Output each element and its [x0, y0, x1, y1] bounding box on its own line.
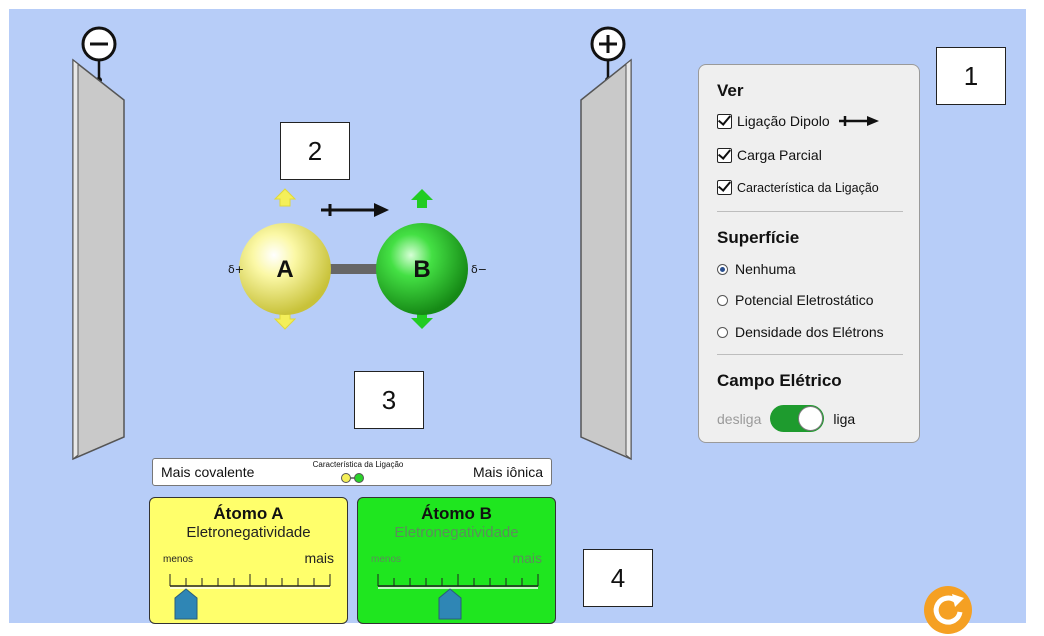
- reset-button[interactable]: [922, 584, 974, 636]
- radio-selected-icon: [717, 263, 728, 275]
- more-ionic-label: Mais iônica: [472, 464, 543, 480]
- callout-1: 1: [936, 47, 1006, 105]
- electronegativity-meter-b: Átomo B Eletronegatividade menos mais: [357, 497, 556, 624]
- meter-high-label: mais: [304, 550, 334, 566]
- radio-label: Densidade dos Elétrons: [735, 324, 884, 340]
- bond-character-label: Característica da Ligação: [312, 460, 404, 469]
- partial-charge-a: δ+: [228, 263, 244, 276]
- toggle-on-label: liga: [833, 410, 856, 427]
- meter-high-label: mais: [512, 550, 542, 566]
- checkbox-checked-icon: [717, 147, 732, 163]
- slider-thumb[interactable]: [438, 588, 462, 620]
- meter-title: Átomo A: [213, 504, 284, 523]
- surface-title: Superfície: [717, 228, 800, 247]
- dipole-arrow-icon: [321, 203, 389, 217]
- divider: [717, 211, 903, 212]
- toggle-off-label: desliga: [717, 410, 762, 427]
- electronegativity-slider-b[interactable]: [373, 568, 543, 623]
- bond-character-indicator-icon[interactable]: [339, 472, 367, 484]
- bond-character-bar: Mais covalente Característica da Ligação…: [152, 458, 552, 486]
- control-panel: Ver Ligação Dipolo Carga Parcial Caracte…: [698, 64, 920, 443]
- negative-plate[interactable]: [64, 22, 144, 472]
- radio-label: Nenhuma: [735, 261, 796, 277]
- view-title: Ver: [717, 81, 744, 100]
- toggle-knob: [798, 406, 824, 431]
- positive-plate[interactable]: [575, 22, 655, 472]
- checkbox-label: Característica da Ligação: [737, 180, 879, 195]
- radio-label: Potencial Eletrostático: [735, 292, 874, 308]
- checkbox-label: Carga Parcial: [737, 147, 822, 163]
- partial-charge-b: δ−: [471, 263, 487, 276]
- reset-icon: [924, 586, 972, 634]
- radio-electrostatic-potential[interactable]: Potencial Eletrostático: [717, 292, 874, 308]
- callout-3: 3: [354, 371, 424, 429]
- meter-subtitle: Eletronegatividade: [394, 524, 519, 541]
- checkbox-checked-icon: [717, 113, 732, 129]
- electric-field-toggle-row: desliga liga: [717, 405, 855, 432]
- slider-thumb[interactable]: [174, 588, 198, 620]
- dipole-arrow-icon: [838, 116, 879, 126]
- divider: [717, 354, 903, 355]
- callout-4: 4: [583, 549, 653, 607]
- radio-electron-density[interactable]: Densidade dos Elétrons: [717, 324, 884, 340]
- checkbox-bond-dipole[interactable]: Ligação Dipolo: [717, 113, 881, 129]
- checkbox-label: Ligação Dipolo: [737, 113, 830, 129]
- atom-a-label: A: [276, 256, 293, 283]
- electric-field-title: Campo Elétrico: [717, 371, 842, 390]
- checkbox-bond-character[interactable]: Característica da Ligação: [717, 180, 879, 195]
- simulation-area: A B δ+ δ− 1 2 3 4 Ver Ligação Dipolo Car…: [9, 9, 1026, 634]
- radio-icon: [717, 294, 728, 306]
- more-covalent-label: Mais covalente: [161, 464, 255, 480]
- electric-field-toggle[interactable]: [770, 405, 825, 432]
- electronegativity-slider-a[interactable]: [165, 568, 335, 623]
- meter-low-label: menos: [163, 554, 194, 565]
- meter-subtitle: Eletronegatividade: [186, 524, 311, 541]
- atom-b-label: B: [413, 256, 430, 283]
- checkbox-checked-icon: [717, 180, 732, 195]
- electronegativity-meter-a: Átomo A Eletronegatividade menos mais: [149, 497, 348, 624]
- checkbox-partial-charge[interactable]: Carga Parcial: [717, 147, 822, 163]
- molecule[interactable]: A B δ+ δ−: [209, 184, 509, 334]
- radio-icon: [717, 326, 728, 338]
- radio-none[interactable]: Nenhuma: [717, 261, 796, 277]
- meter-low-label: menos: [371, 554, 402, 565]
- callout-2: 2: [280, 122, 350, 180]
- meter-title: Átomo B: [421, 504, 492, 523]
